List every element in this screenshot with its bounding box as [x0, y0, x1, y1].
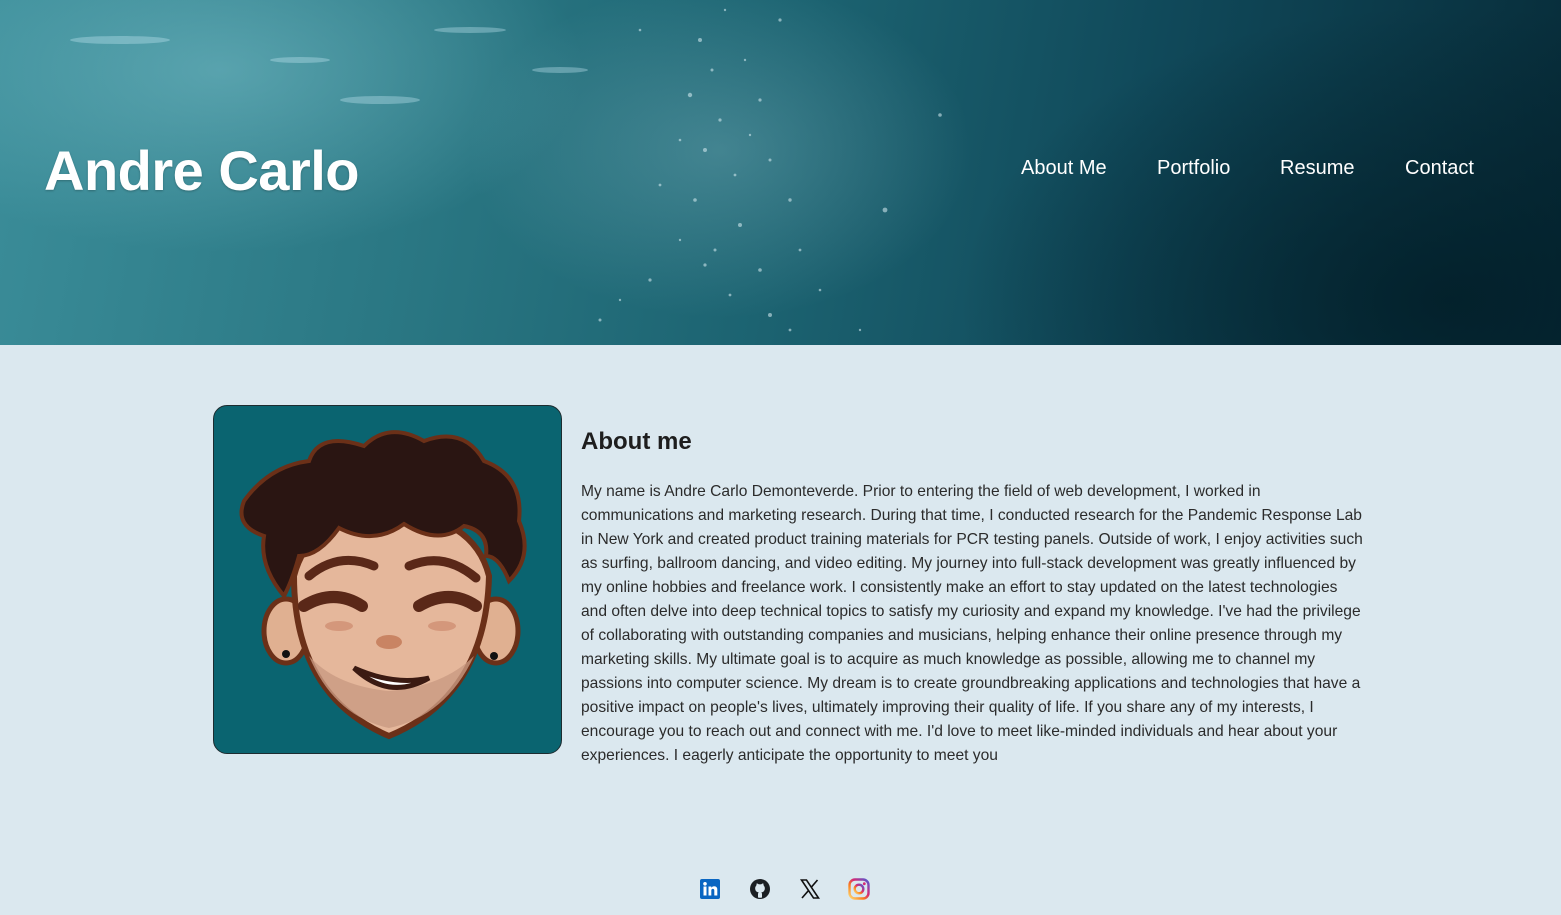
about-paragraph: My name is Andre Carlo Demonteverde. Pri…	[581, 483, 1363, 764]
instagram-icon[interactable]	[847, 877, 871, 901]
nav-resume[interactable]: Resume	[1280, 157, 1354, 180]
about-heading: About me	[581, 428, 692, 455]
github-icon[interactable]	[748, 877, 772, 901]
nav-about-me[interactable]: About Me	[1021, 157, 1107, 180]
nav-portfolio[interactable]: Portfolio	[1157, 157, 1230, 180]
linkedin-icon[interactable]	[698, 877, 722, 901]
main-nav: About Me Portfolio Resume Contact	[0, 157, 1561, 187]
x-icon[interactable]	[798, 877, 822, 901]
avatar	[213, 405, 562, 754]
cartoon-portrait-image	[239, 430, 527, 740]
nav-contact[interactable]: Contact	[1405, 157, 1474, 180]
social-links	[0, 877, 1561, 901]
hero-header: Andre Carlo About Me Portfolio Resume Co…	[0, 0, 1561, 345]
